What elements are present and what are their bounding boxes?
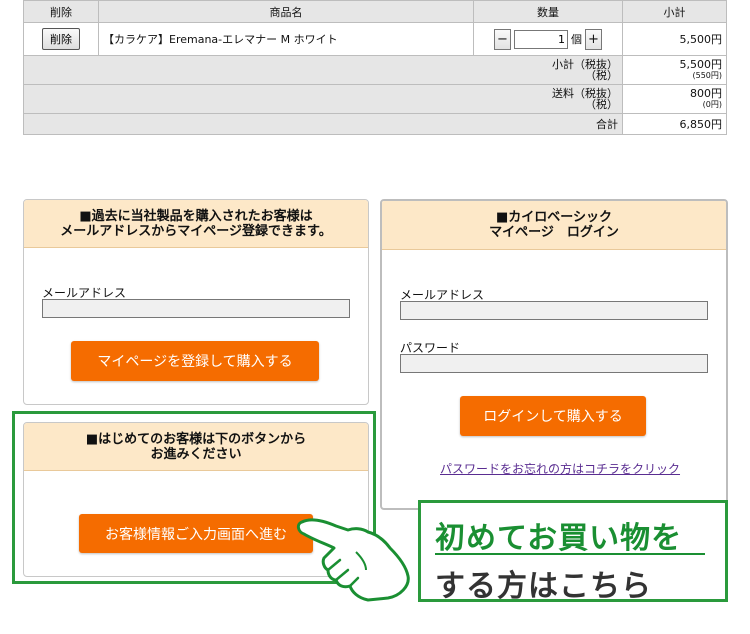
header-delete: 削除 [23, 0, 99, 23]
login-button[interactable]: ログインして購入する [460, 396, 646, 436]
total-value: 6,850円 [622, 113, 727, 135]
qty-minus-button[interactable]: − [494, 28, 511, 50]
qty-unit: 個 [571, 33, 582, 46]
register-panel: ■過去に当社製品を購入されたお客様は メールアドレスからマイページ登録できます。… [23, 199, 369, 405]
shipping-value: 800円 (0円) [622, 84, 727, 114]
table-row: 削除 【カラケア】Eremana-エレマナー M ホワイト − 個 + 5,50… [23, 22, 727, 56]
callout-line2: する方はこちら [435, 569, 652, 604]
shipping-label: 送料（税抜） （税） [23, 84, 623, 114]
subtotal-value: 5,500円 (550円) [622, 55, 727, 85]
login-panel: ■カイロベーシック マイページ ログイン メールアドレス パスワード ログインし… [380, 199, 728, 510]
subtotal-label: 小計（税抜） （税） [23, 55, 623, 85]
first-purchase-callout: 初めてお買い物を する方はこちら [418, 500, 728, 604]
login-email-input[interactable] [400, 301, 708, 320]
header-quantity: 数量 [473, 0, 623, 23]
total-label: 合計 [23, 113, 623, 135]
proceed-customer-info-button[interactable]: お客様情報ご入力画面へ進む [79, 514, 313, 553]
delete-button[interactable]: 削除 [42, 28, 80, 50]
subtotal-row: 小計（税抜） （税） 5,500円 (550円) [23, 55, 727, 85]
register-panel-title: ■過去に当社製品を購入されたお客様は メールアドレスからマイページ登録できます。 [24, 200, 368, 248]
callout-line1: 初めてお買い物を [435, 521, 683, 556]
cart-table: 削除 商品名 数量 小計 削除 【カラケア】Eremana-エレマナー M ホワ… [23, 0, 727, 135]
register-email-input[interactable] [42, 299, 350, 318]
shipping-row: 送料（税抜） （税） 800円 (0円) [23, 84, 727, 114]
cart-header-row: 削除 商品名 数量 小計 [23, 0, 727, 23]
header-subtotal: 小計 [622, 0, 727, 23]
callout-underline [435, 553, 705, 555]
delete-cell: 削除 [23, 22, 99, 56]
item-price: 5,500円 [622, 22, 727, 56]
product-name: 【カラケア】Eremana-エレマナー M ホワイト [98, 22, 474, 56]
qty-plus-button[interactable]: + [585, 28, 602, 50]
quantity-input[interactable] [514, 29, 568, 49]
quantity-cell: − 個 + [473, 22, 623, 56]
quantity-stepper: − 個 + [478, 28, 618, 50]
total-row: 合計 6,850円 [23, 113, 727, 135]
pointing-hand-icon [296, 518, 410, 602]
login-panel-title: ■カイロベーシック マイページ ログイン [382, 201, 726, 250]
forgot-password-link[interactable]: パスワードをお忘れの方はコチラをクリック [440, 460, 680, 477]
register-mypage-button[interactable]: マイページを登録して購入する [71, 341, 319, 381]
header-product: 商品名 [98, 0, 474, 23]
login-password-input[interactable] [400, 354, 708, 373]
first-time-panel-title: ■はじめてのお客様は下のボタンから お進みください [24, 423, 368, 471]
